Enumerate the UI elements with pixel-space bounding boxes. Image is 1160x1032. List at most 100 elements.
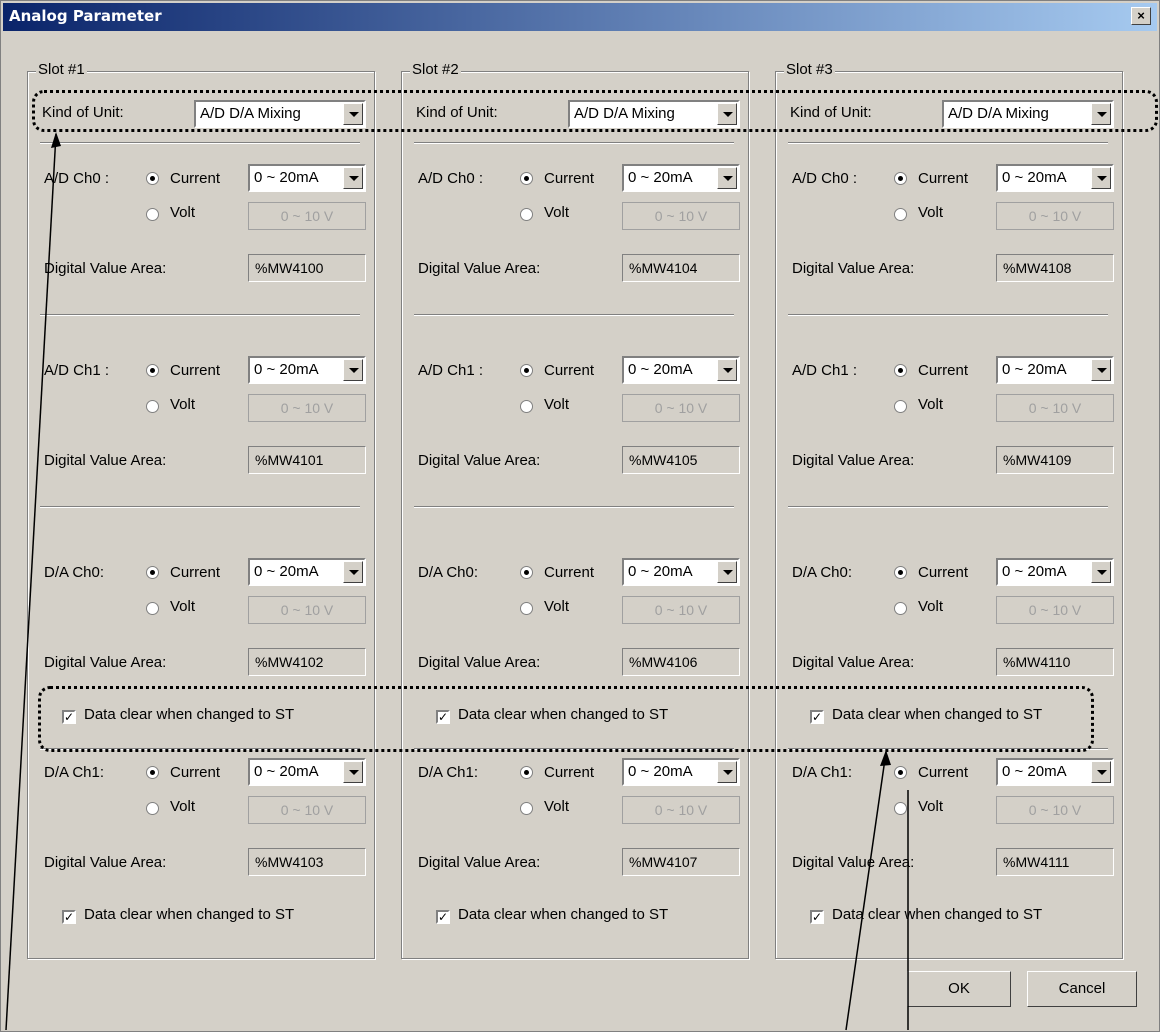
channel-name-ch3: D/A Ch1: <box>44 764 105 781</box>
range-current-value-ch2: 0 ~ 20mA <box>628 563 693 580</box>
radio-current-label-ch2: Current <box>544 564 595 581</box>
volt-range-box-ch0: 0 ~ 10 V <box>996 202 1114 230</box>
chevron-down-icon[interactable] <box>1091 761 1111 783</box>
radio-volt-label-ch3: Volt <box>918 798 944 815</box>
slot-title: Slot #3 <box>784 61 835 78</box>
separator <box>414 506 734 508</box>
digital-value-area-label-ch3: Digital Value Area: <box>792 854 915 871</box>
range-select-ch1[interactable]: 0 ~ 20mA <box>248 356 366 384</box>
radio-volt-ch2[interactable] <box>146 602 159 615</box>
chevron-down-icon[interactable] <box>343 167 363 189</box>
range-select-ch0[interactable]: 0 ~ 20mA <box>996 164 1114 192</box>
range-current-value-ch3: 0 ~ 20mA <box>254 763 319 780</box>
digital-value-area-ch2: %MW4110 <box>996 648 1114 676</box>
chevron-down-icon[interactable] <box>1091 359 1111 381</box>
radio-current-label-ch0: Current <box>170 170 221 187</box>
range-select-ch2[interactable]: 0 ~ 20mA <box>248 558 366 586</box>
range-select-ch3[interactable]: 0 ~ 20mA <box>996 758 1114 786</box>
radio-current-label-ch1: Current <box>918 362 969 379</box>
channel-name-ch0: A/D Ch0 : <box>792 170 858 187</box>
radio-current-ch2[interactable] <box>894 566 907 579</box>
radio-current-ch1[interactable] <box>146 364 159 377</box>
separator <box>788 506 1108 508</box>
radio-current-ch3[interactable] <box>520 766 533 779</box>
volt-range-box-ch3: 0 ~ 10 V <box>996 796 1114 824</box>
radio-current-ch3[interactable] <box>146 766 159 779</box>
radio-current-ch1[interactable] <box>520 364 533 377</box>
radio-current-ch2[interactable] <box>520 566 533 579</box>
chevron-down-icon[interactable] <box>717 359 737 381</box>
radio-volt-ch3[interactable] <box>520 802 533 815</box>
range-select-ch0[interactable]: 0 ~ 20mA <box>248 164 366 192</box>
digital-value-area-ch2: %MW4106 <box>622 648 740 676</box>
channel-name-ch0: A/D Ch0 : <box>44 170 110 187</box>
radio-current-ch0[interactable] <box>894 172 907 185</box>
chevron-down-icon[interactable] <box>343 761 363 783</box>
radio-volt-ch2[interactable] <box>894 602 907 615</box>
radio-volt-ch0[interactable] <box>146 208 159 221</box>
range-select-ch2[interactable]: 0 ~ 20mA <box>622 558 740 586</box>
radio-current-ch2[interactable] <box>146 566 159 579</box>
radio-current-ch0[interactable] <box>520 172 533 185</box>
digital-value-area-ch1: %MW4105 <box>622 446 740 474</box>
range-current-value-ch2: 0 ~ 20mA <box>1002 563 1067 580</box>
cancel-button[interactable]: Cancel <box>1027 971 1137 1007</box>
volt-range-box-ch2: 0 ~ 10 V <box>248 596 366 624</box>
digital-value-area-label-ch1: Digital Value Area: <box>44 452 167 469</box>
digital-value-area-label-ch0: Digital Value Area: <box>792 260 915 277</box>
range-select-ch0[interactable]: 0 ~ 20mA <box>622 164 740 192</box>
chevron-down-icon[interactable] <box>1091 561 1111 583</box>
range-select-ch2[interactable]: 0 ~ 20mA <box>996 558 1114 586</box>
radio-volt-label-ch1: Volt <box>544 396 570 413</box>
radio-volt-ch3[interactable] <box>146 802 159 815</box>
chevron-down-icon[interactable] <box>717 761 737 783</box>
separator <box>40 506 360 508</box>
chevron-down-icon[interactable] <box>1091 167 1111 189</box>
volt-range-box-ch0: 0 ~ 10 V <box>248 202 366 230</box>
channel-name-ch3: D/A Ch1: <box>792 764 853 781</box>
chevron-down-icon[interactable] <box>343 561 363 583</box>
radio-volt-ch1[interactable] <box>520 400 533 413</box>
radio-volt-label-ch0: Volt <box>170 204 196 221</box>
volt-range-box-ch1: 0 ~ 10 V <box>996 394 1114 422</box>
radio-current-label-ch3: Current <box>170 764 221 781</box>
radio-volt-label-ch1: Volt <box>918 396 944 413</box>
range-select-ch1[interactable]: 0 ~ 20mA <box>996 356 1114 384</box>
radio-volt-ch2[interactable] <box>520 602 533 615</box>
data-clear-checkbox-ch3[interactable]: ✓ <box>62 910 76 924</box>
digital-value-area-ch0: %MW4100 <box>248 254 366 282</box>
radio-current-ch3[interactable] <box>894 766 907 779</box>
close-button[interactable]: × <box>1131 7 1151 25</box>
radio-current-ch0[interactable] <box>146 172 159 185</box>
volt-range-box-ch0: 0 ~ 10 V <box>622 202 740 230</box>
ok-button[interactable]: OK <box>907 971 1011 1007</box>
digital-value-area-label-ch1: Digital Value Area: <box>792 452 915 469</box>
separator <box>414 314 734 316</box>
range-current-value-ch0: 0 ~ 20mA <box>1002 169 1067 186</box>
radio-volt-ch0[interactable] <box>520 208 533 221</box>
radio-volt-label-ch3: Volt <box>170 798 196 815</box>
range-select-ch3[interactable]: 0 ~ 20mA <box>248 758 366 786</box>
data-clear-checkbox-ch3[interactable]: ✓ <box>810 910 824 924</box>
radio-volt-ch1[interactable] <box>146 400 159 413</box>
radio-current-label-ch3: Current <box>918 764 969 781</box>
chevron-down-icon[interactable] <box>717 167 737 189</box>
volt-range-box-ch2: 0 ~ 10 V <box>622 596 740 624</box>
radio-volt-ch0[interactable] <box>894 208 907 221</box>
separator <box>414 142 734 144</box>
data-clear-checkbox-ch3[interactable]: ✓ <box>436 910 450 924</box>
radio-volt-label-ch0: Volt <box>918 204 944 221</box>
slot-1-group: Slot #1 Kind of Unit: A/D D/A Mixing A/D Ch… <box>27 61 375 959</box>
range-current-value-ch1: 0 ~ 20mA <box>1002 361 1067 378</box>
range-select-ch3[interactable]: 0 ~ 20mA <box>622 758 740 786</box>
radio-volt-ch1[interactable] <box>894 400 907 413</box>
slot-3-group: Slot #3 Kind of Unit: A/D D/A Mixing A/D Ch… <box>775 61 1123 959</box>
channel-name-ch0: A/D Ch0 : <box>418 170 484 187</box>
range-select-ch1[interactable]: 0 ~ 20mA <box>622 356 740 384</box>
chevron-down-icon[interactable] <box>717 561 737 583</box>
radio-volt-label-ch2: Volt <box>544 598 570 615</box>
radio-volt-ch3[interactable] <box>894 802 907 815</box>
chevron-down-icon[interactable] <box>343 359 363 381</box>
radio-current-label-ch0: Current <box>918 170 969 187</box>
radio-current-ch1[interactable] <box>894 364 907 377</box>
